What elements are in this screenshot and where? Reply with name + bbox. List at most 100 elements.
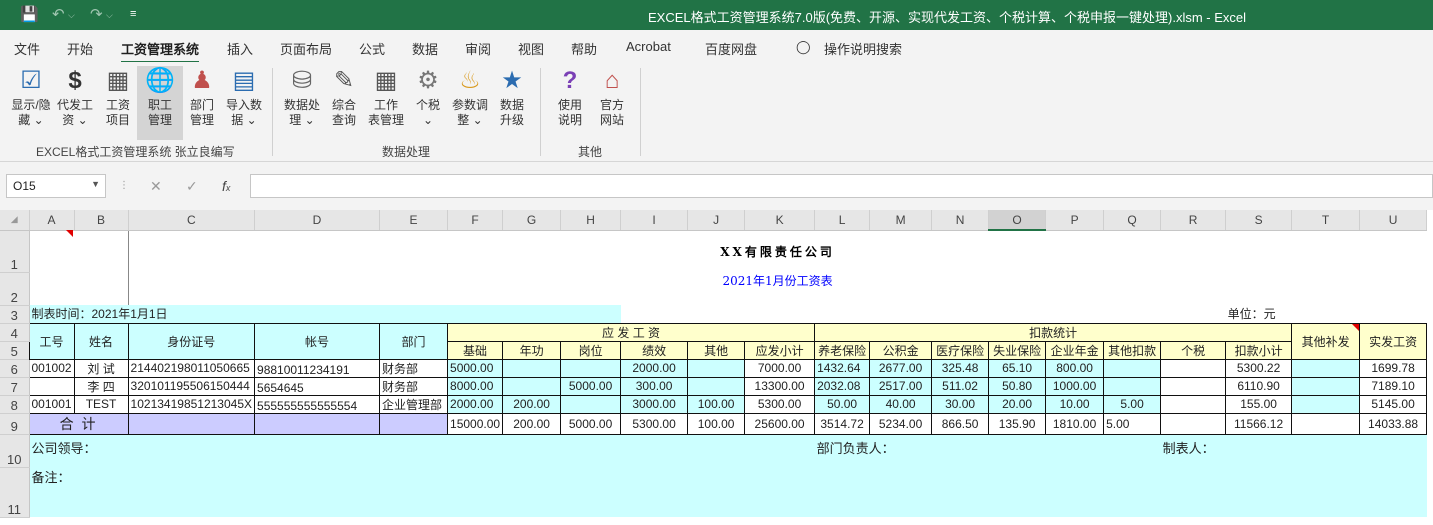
row-header[interactable]: 1: [0, 230, 30, 273]
column-header[interactable]: G: [502, 210, 562, 231]
row-header[interactable]: 7: [0, 377, 30, 396]
lightbulb-icon[interactable]: ◯: [796, 39, 811, 55]
salary-items-button[interactable]: ▦ 工资 项目: [95, 66, 141, 128]
cell[interactable]: [621, 305, 1226, 323]
cell-ded[interactable]: [1103, 358, 1162, 378]
made-date[interactable]: 制表时间：2021年1月1日: [29, 305, 621, 323]
total-pay[interactable]: 5300.00: [620, 412, 689, 435]
worksheet-management-button[interactable]: ▦ 工作 表管理: [363, 66, 409, 128]
column-header[interactable]: C: [128, 210, 256, 231]
tab-insert[interactable]: 插入: [227, 39, 253, 58]
cell-ded[interactable]: 1432.64: [814, 358, 871, 378]
total-ded[interactable]: 11566.12: [1225, 412, 1293, 435]
total-ded[interactable]: 5.00: [1103, 412, 1162, 435]
redo-dropdown-icon[interactable]: ⌵: [106, 10, 113, 21]
cell-net[interactable]: 5145.00: [1359, 394, 1428, 414]
cell-ded[interactable]: 50.80: [988, 376, 1047, 396]
header-account[interactable]: 帐号: [254, 322, 381, 360]
cell-id[interactable]: [28, 376, 75, 396]
header-pay-other[interactable]: 其他: [687, 340, 746, 360]
tab-data[interactable]: 数据: [412, 39, 438, 58]
row-header[interactable]: 2: [0, 272, 30, 306]
cell-idcard[interactable]: 320101195506150444: [127, 376, 256, 396]
cell-pay-subtotal[interactable]: 7000.00: [744, 358, 816, 378]
formula-input[interactable]: [250, 174, 1433, 198]
cell-ded[interactable]: [1160, 358, 1227, 378]
cell-ded-subtotal[interactable]: 155.00: [1225, 394, 1293, 414]
cell-ded[interactable]: [1160, 394, 1227, 414]
cell-pay[interactable]: [687, 376, 746, 396]
cell-ded-subtotal[interactable]: 6110.90: [1225, 376, 1293, 396]
total-ded[interactable]: 866.50: [931, 412, 990, 435]
cell-ded[interactable]: 50.00: [814, 394, 871, 414]
column-header[interactable]: M: [869, 210, 933, 231]
cell-other-allowance[interactable]: [1291, 376, 1361, 396]
chevron-down-icon[interactable]: ▼: [91, 179, 100, 189]
total-ded[interactable]: [1160, 412, 1227, 435]
cell-pay[interactable]: 300.00: [620, 376, 689, 396]
cell-ded[interactable]: 65.10: [988, 358, 1047, 378]
column-header[interactable]: K: [744, 210, 816, 231]
cell-dept[interactable]: 财务部: [379, 376, 449, 396]
cell-ded[interactable]: 2677.00: [869, 358, 933, 378]
column-header[interactable]: I: [620, 210, 689, 231]
column-header[interactable]: F: [447, 210, 504, 231]
cell-pay[interactable]: 5000.00: [560, 376, 622, 396]
cell-idcard[interactable]: 10213419851213045X: [127, 394, 256, 414]
column-header[interactable]: P: [1045, 210, 1105, 231]
cell-idcard[interactable]: 214402198011050665: [127, 358, 256, 378]
cell-pay[interactable]: [687, 358, 746, 378]
cell-ded[interactable]: 10.00: [1045, 394, 1105, 414]
note-label[interactable]: 备注：: [29, 467, 129, 517]
tell-me-search[interactable]: 操作说明搜索: [824, 39, 902, 58]
header-ded-other[interactable]: 其他扣款: [1103, 340, 1162, 360]
total-net[interactable]: 14033.88: [1359, 412, 1428, 435]
cell-pay[interactable]: [560, 394, 622, 414]
parameter-adjust-button[interactable]: ♨ 参数调 整 ⌄: [447, 66, 493, 128]
header-ded-tax[interactable]: 个税: [1160, 340, 1227, 360]
header-id[interactable]: 工号: [28, 322, 75, 360]
cell-pay-subtotal[interactable]: 13300.00: [744, 376, 816, 396]
cell-pay[interactable]: 200.00: [502, 394, 562, 414]
column-header[interactable]: S: [1225, 210, 1293, 231]
column-header[interactable]: B: [74, 210, 129, 231]
tab-review[interactable]: 审阅: [465, 39, 491, 58]
cell[interactable]: [127, 412, 256, 435]
cell-ded[interactable]: 30.00: [931, 394, 990, 414]
total-other-allowance[interactable]: [1291, 412, 1361, 435]
import-data-button[interactable]: ▤ 导入数 据 ⌄: [221, 66, 267, 128]
row-header[interactable]: 11: [0, 467, 30, 518]
cell[interactable]: [379, 412, 449, 435]
official-website-button[interactable]: ⌂ 官方 网站: [589, 66, 635, 128]
cell[interactable]: [128, 467, 1427, 517]
header-ded-subtotal[interactable]: 扣款小计: [1225, 340, 1293, 360]
header-other-allowance[interactable]: 其他补发: [1291, 322, 1361, 360]
unit-label[interactable]: 单位：元: [1226, 305, 1360, 323]
cell[interactable]: [29, 272, 129, 305]
header-dept[interactable]: 部门: [379, 322, 449, 360]
employee-management-button[interactable]: 🌐 职工 管理: [137, 66, 183, 140]
tab-acrobat[interactable]: Acrobat: [626, 39, 671, 54]
cell-pay[interactable]: 100.00: [687, 394, 746, 414]
cell-dept[interactable]: 企业管理部: [379, 394, 449, 414]
total-ded[interactable]: 135.90: [988, 412, 1047, 435]
cell-dept[interactable]: 财务部: [379, 358, 449, 378]
cell-ded[interactable]: 5.00: [1103, 394, 1162, 414]
header-pay-position[interactable]: 岗位: [560, 340, 622, 360]
tab-formulas[interactable]: 公式: [359, 39, 385, 58]
data-processing-button[interactable]: ⛁ 数据处 理 ⌄: [279, 66, 325, 128]
cell-net[interactable]: 7189.10: [1359, 376, 1428, 396]
header-pay-seniority[interactable]: 年功: [502, 340, 562, 360]
cell[interactable]: [254, 412, 381, 435]
total-pay[interactable]: 25600.00: [744, 412, 816, 435]
header-ded-unemployment[interactable]: 失业保险: [988, 340, 1047, 360]
dept-head-label[interactable]: 部门负责人：: [814, 434, 1161, 467]
insert-function-icon[interactable]: fx: [222, 178, 230, 194]
total-label[interactable]: 合 计: [28, 412, 129, 435]
cell-pay[interactable]: 3000.00: [620, 394, 689, 414]
cell-ded-subtotal[interactable]: 5300.22: [1225, 358, 1293, 378]
row-header[interactable]: 4: [0, 323, 30, 342]
header-ded-housing-fund[interactable]: 公积金: [869, 340, 933, 360]
column-header[interactable]: H: [560, 210, 622, 231]
cell-pay[interactable]: [502, 376, 562, 396]
